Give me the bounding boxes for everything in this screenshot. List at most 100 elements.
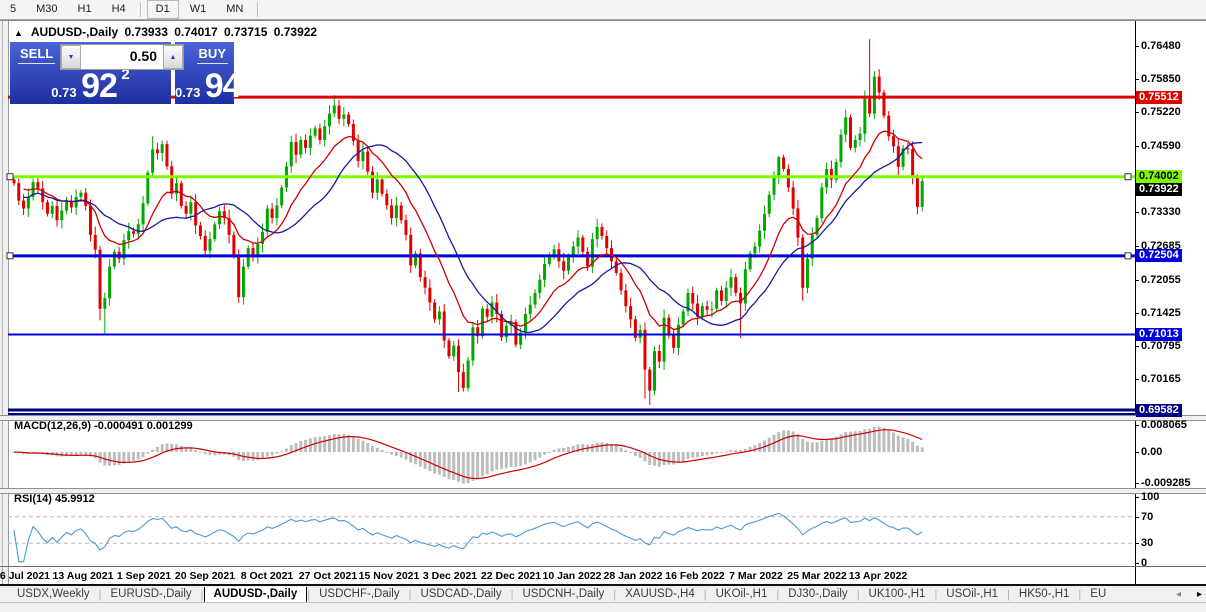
price-axis-line <box>1135 21 1136 584</box>
price-tick-label: 0.74590 <box>1141 140 1181 152</box>
rsi-pane-divider[interactable] <box>0 488 1206 494</box>
rsi-tick-label: 30 <box>1141 537 1154 549</box>
tab-scroll-arrows: ◂ ▸ <box>1174 587 1204 602</box>
timeframe-button-mn[interactable]: MN <box>217 0 252 19</box>
date-tick-label: 26 Jul 2021 <box>0 570 51 582</box>
status-strip <box>0 602 1206 612</box>
axis-tick-mark <box>1135 46 1139 47</box>
macd-name: MACD(12,26,9) <box>14 420 92 432</box>
price-tick-label: 0.72055 <box>1141 274 1181 286</box>
axis-tick-mark <box>1135 483 1139 484</box>
price-tick-label: 0.76480 <box>1141 40 1181 52</box>
price-line-label: 0.71013 <box>1136 328 1182 341</box>
buy-price: 0.73 94 1 <box>175 66 253 103</box>
price-line-label: 0.72504 <box>1136 249 1182 262</box>
chart-tab-usdx-weekly[interactable]: USDX,Weekly <box>8 587 99 602</box>
triangle-down-icon: ▼ <box>67 53 75 61</box>
price-tick-label: 0.71425 <box>1141 307 1181 319</box>
rsi-value: 45.9912 <box>54 493 95 505</box>
rsi-tick-label: 0 <box>1141 557 1148 569</box>
axis-tick-mark <box>1135 517 1139 518</box>
axis-tick-mark <box>1135 79 1139 80</box>
chart-tab-usdchf-daily[interactable]: USDCHF-,Daily <box>310 587 409 602</box>
date-tick-label: 16 Feb 2022 <box>665 570 725 582</box>
buy-price-big-digits: 94 <box>204 67 242 105</box>
one-click-trading-widget: SELL 0.73 92 2 BUY 0.73 94 1 ▼ 0.50 ▲ <box>10 42 253 104</box>
axis-tick-mark <box>1135 146 1139 147</box>
rsi-pane-bottom-border <box>0 566 1206 567</box>
timeframe-button-h4[interactable]: H4 <box>103 0 135 19</box>
chart-tab-dj30-daily[interactable]: DJ30-,Daily <box>779 587 856 602</box>
date-tick-label: 22 Dec 2021 <box>480 570 542 582</box>
price-tick-label: 0.75220 <box>1141 106 1181 118</box>
rsi-tick-label: 70 <box>1141 511 1154 523</box>
axis-tick-mark <box>1135 497 1139 498</box>
chart-tab-hk50-h1[interactable]: HK50-,H1 <box>1010 587 1079 602</box>
date-tick-label: 7 Mar 2022 <box>729 570 783 582</box>
price-line-label: 0.69582 <box>1136 404 1182 417</box>
chart-tab-eurusd-daily[interactable]: EURUSD-,Daily <box>102 587 201 602</box>
chart-tab-uk100-h1[interactable]: UK100-,H1 <box>860 587 935 602</box>
axis-tick-mark <box>1135 346 1139 347</box>
axis-tick-mark <box>1135 543 1139 544</box>
volume-input[interactable]: 0.50 <box>81 45 163 69</box>
chart-tab-audusd-daily[interactable]: AUDUSD-,Daily <box>203 587 308 602</box>
axis-tick-mark <box>1135 246 1139 247</box>
chart-tab-eu[interactable]: EU <box>1081 587 1115 602</box>
price-tick-label: 0.73330 <box>1141 206 1181 218</box>
axis-tick-mark <box>1135 452 1139 453</box>
ohlc-open: 0.73933 <box>124 25 168 39</box>
volume-decrease-button[interactable]: ▼ <box>61 45 81 69</box>
macd-tick-label: -0.009285 <box>1141 477 1191 489</box>
sell-button[interactable]: SELL <box>18 46 56 64</box>
tab-scroll-right-icon[interactable]: ▸ <box>1197 587 1202 602</box>
timeframe-button-m30[interactable]: M30 <box>27 0 66 19</box>
axis-tick-mark <box>1135 425 1139 426</box>
axis-tick-mark <box>1135 212 1139 213</box>
timeframe-button-h1[interactable]: H1 <box>69 0 101 19</box>
sell-price-prefix: 0.73 <box>51 85 77 100</box>
buy-price-prefix: 0.73 <box>175 85 201 100</box>
collapse-trade-panel-icon[interactable]: ▲ <box>14 28 23 38</box>
rsi-tick-label: 100 <box>1141 491 1160 503</box>
date-tick-label: 8 Oct 2021 <box>240 570 294 582</box>
date-tick-label: 13 Aug 2021 <box>52 570 114 582</box>
date-tick-label: 28 Jan 2022 <box>603 570 663 582</box>
chart-tab-usoil-h1[interactable]: USOil-,H1 <box>937 587 1007 602</box>
ohlc-close: 0.73922 <box>273 25 318 39</box>
date-tick-label: 13 Apr 2022 <box>848 570 908 582</box>
chart-window-left-border <box>0 21 9 585</box>
axis-tick-mark <box>1135 563 1139 564</box>
chart-tab-xauusd-h4[interactable]: XAUUSD-,H4 <box>616 587 704 602</box>
macd-tick-label: 0.008065 <box>1141 419 1187 431</box>
chart-background <box>8 21 1206 585</box>
axis-tick-mark <box>1135 112 1139 113</box>
chart-tab-usdcad-daily[interactable]: USDCAD-,Daily <box>411 587 510 602</box>
chart-title: ▲ AUDUSD-,Daily 0.73933 0.74017 0.73715 … <box>14 25 320 39</box>
timeframe-toolbar: 5 M30 H1 H4 D1 W1 MN <box>0 0 1206 20</box>
price-tick-label: 0.70165 <box>1141 373 1181 385</box>
date-tick-label: 3 Dec 2021 <box>422 570 478 582</box>
chart-tab-usdcnh-daily[interactable]: USDCNH-,Daily <box>513 587 613 602</box>
volume-increase-button[interactable]: ▲ <box>163 45 183 69</box>
chart-tab-bar: USDX,Weekly | EURUSD-,Daily | AUDUSD-,Daily |… <box>8 587 1178 602</box>
timeframe-button-w1[interactable]: W1 <box>181 0 216 19</box>
macd-tick-label: 0.00 <box>1141 446 1163 458</box>
buy-button[interactable]: BUY <box>196 46 228 64</box>
price-line-label: 0.75512 <box>1136 91 1182 104</box>
timeframe-button-d1[interactable]: D1 <box>146 0 179 19</box>
ohlc-low: 0.73715 <box>223 25 268 39</box>
macd-indicator-label: MACD(12,26,9) -0.000491 0.001299 <box>14 420 193 432</box>
date-tick-label: 20 Sep 2021 <box>174 570 236 582</box>
tab-scroll-left-icon[interactable]: ◂ <box>1176 587 1181 602</box>
triangle-up-icon: ▲ <box>169 53 177 61</box>
buy-price-pip-sup: 1 <box>245 66 254 83</box>
timeframe-button-5[interactable]: 5 <box>1 0 25 19</box>
price-line-label: 0.74002 <box>1136 170 1182 183</box>
axis-tick-mark <box>1135 313 1139 314</box>
symbol-period-label: AUDUSD-,Daily <box>30 25 119 39</box>
chart-tab-ukoil-h1[interactable]: UKOil-,H1 <box>707 587 777 602</box>
trading-platform-window: 5 M30 H1 H4 D1 W1 MN ▲ AUDUSD-,Daily 0.73933 0… <box>0 0 1206 612</box>
date-tick-label: 15 Nov 2021 <box>358 570 420 582</box>
rsi-name: RSI(14) <box>14 493 52 505</box>
